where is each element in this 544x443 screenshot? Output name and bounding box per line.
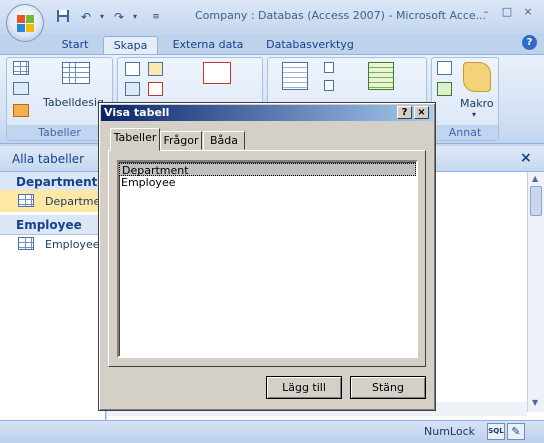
close-button[interactable]: ×: [519, 5, 537, 20]
split-form-icon[interactable]: [148, 62, 163, 76]
table-icon: [18, 194, 34, 207]
macro-button[interactable]: Makro: [460, 97, 494, 110]
nav-item-label[interactable]: Departmen: [45, 195, 105, 208]
tab-skapa[interactable]: Skapa: [103, 36, 158, 54]
nav-item-employee[interactable]: Employee :: [45, 238, 105, 251]
tab-databasverktyg[interactable]: Databasverktyg: [260, 36, 360, 54]
tab-tabeller[interactable]: Tabeller: [110, 128, 160, 151]
undo-icon[interactable]: ↶: [78, 9, 94, 25]
redo-icon[interactable]: ↷: [111, 9, 127, 25]
table-icon: [18, 237, 34, 250]
customize-icon[interactable]: ≡: [148, 9, 164, 25]
sql-view-icon[interactable]: SQL: [487, 423, 505, 440]
undo-dropdown-icon[interactable]: ▾: [94, 9, 110, 25]
sharepoint-lists-icon[interactable]: [13, 104, 29, 117]
query-design-icon[interactable]: [437, 82, 452, 96]
list-item-employee[interactable]: Employee: [119, 176, 416, 189]
form-icon[interactable]: [125, 62, 140, 76]
multiple-items-icon[interactable]: [125, 82, 140, 96]
ribbon-group-label-annat: Annat: [432, 125, 498, 140]
blank-report-icon[interactable]: [324, 80, 334, 91]
scroll-thumb[interactable]: [530, 186, 542, 216]
office-button[interactable]: [6, 4, 44, 42]
tab-fragor[interactable]: Frågor: [160, 131, 202, 150]
list-item-department[interactable]: Department: [119, 163, 416, 177]
design-view-icon[interactable]: ✎: [507, 423, 525, 440]
table-design-button[interactable]: Tabelldesig: [43, 96, 104, 109]
dialog-title: Visa tabell: [104, 106, 170, 119]
report-wizard-icon[interactable]: [368, 62, 394, 90]
ribbon-group-label: Tabeller: [7, 125, 112, 140]
tab-start[interactable]: Start: [52, 36, 98, 54]
close-dialog-button[interactable]: Stäng: [350, 376, 426, 399]
dialog-help-button[interactable]: ?: [397, 106, 412, 119]
save-icon[interactable]: [55, 9, 71, 25]
labels-icon[interactable]: [324, 62, 334, 73]
maximize-button[interactable]: □: [498, 5, 516, 20]
macro-scroll-icon[interactable]: [463, 62, 491, 92]
add-button[interactable]: Lägg till: [266, 376, 342, 399]
vertical-scrollbar[interactable]: ▲ ▼: [527, 172, 544, 412]
table-design-icon[interactable]: [62, 62, 90, 84]
minimize-button[interactable]: –: [477, 5, 495, 20]
close-icon[interactable]: ×: [520, 150, 532, 166]
nav-pane-title[interactable]: Alla tabeller: [12, 152, 84, 166]
dialog-close-button[interactable]: ×: [414, 106, 429, 119]
table-icon[interactable]: [13, 61, 29, 75]
tab-externa-data[interactable]: Externa data: [168, 36, 248, 54]
nav-group-label: Department: [16, 175, 98, 189]
scroll-down-icon[interactable]: ▼: [532, 398, 538, 407]
redo-dropdown-icon[interactable]: ▾: [127, 9, 143, 25]
macro-dropdown-icon[interactable]: ▾: [472, 110, 476, 119]
form-design-icon[interactable]: [203, 62, 231, 84]
report-icon[interactable]: [282, 62, 308, 90]
help-icon[interactable]: ?: [522, 35, 537, 50]
scroll-up-icon[interactable]: ▲: [532, 174, 538, 183]
pivot-chart-icon[interactable]: [148, 82, 163, 96]
table-templates-icon[interactable]: [13, 82, 29, 95]
query-wizard-icon[interactable]: [437, 61, 452, 75]
nav-group-label: Employee: [16, 218, 82, 232]
window-title: Company : Databas (Access 2007) - Micros…: [195, 9, 487, 22]
office-logo-icon: [17, 15, 34, 32]
tab-bada[interactable]: Båda: [203, 131, 245, 150]
table-list[interactable]: [117, 160, 418, 358]
numlock-indicator: NumLock: [424, 425, 475, 438]
